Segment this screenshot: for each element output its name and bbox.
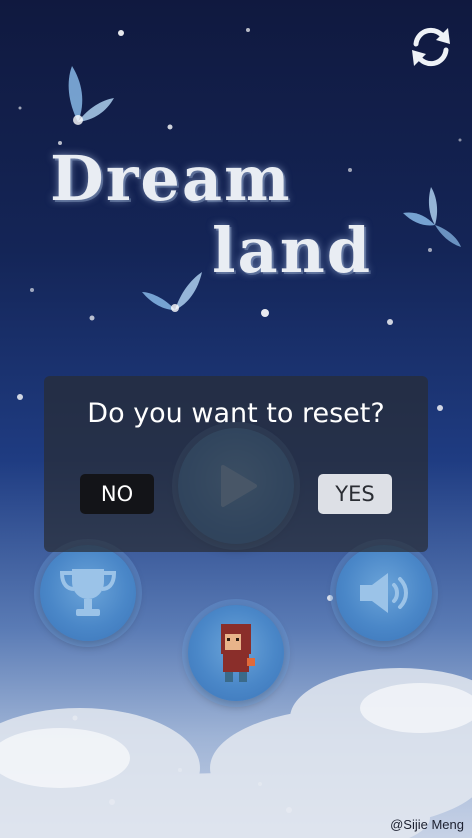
dialog-message: Do you want to reset? [87, 398, 385, 429]
leaderboard-button[interactable] [40, 545, 136, 641]
butterfly-icon [68, 66, 114, 125]
game-screen: Dream land Do you want to reset? NO YES … [0, 0, 472, 838]
yes-button[interactable]: YES [318, 474, 392, 514]
character-icon [221, 624, 255, 682]
game-title-line2: land [212, 214, 373, 287]
character-select-button[interactable] [188, 605, 284, 701]
no-button[interactable]: NO [80, 474, 154, 514]
refresh-icon[interactable] [408, 24, 454, 70]
reset-dialog: Do you want to reset? NO YES [44, 376, 428, 552]
author-credit: @Sijie Meng [390, 817, 464, 832]
sound-button[interactable] [336, 545, 432, 641]
butterfly-icon [403, 187, 461, 247]
butterfly-icon [142, 272, 202, 312]
game-title-line1: Dream [50, 142, 292, 215]
speaker-icon [360, 573, 408, 613]
trophy-icon [59, 569, 117, 616]
